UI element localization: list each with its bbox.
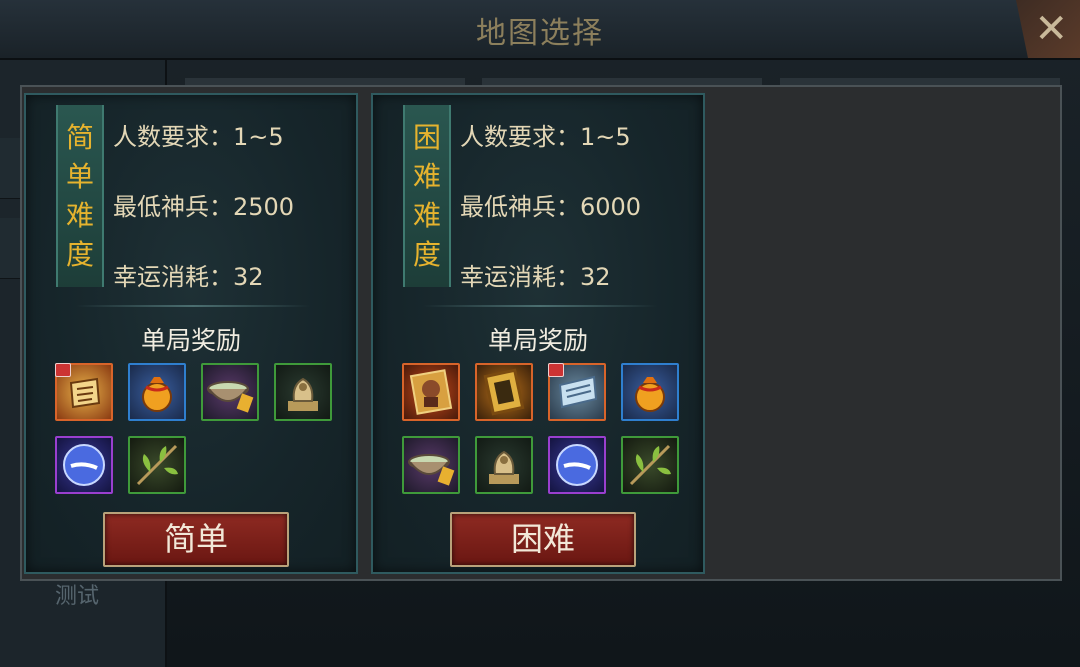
easy-button[interactable]: 简单 <box>103 512 289 567</box>
bronze-beast-icon[interactable] <box>274 363 332 421</box>
difficulty-char: 单 <box>65 160 94 193</box>
title-bar: 地图选择 ✕ <box>0 0 1080 60</box>
lock-icon <box>548 363 564 377</box>
sidebar-item-label[interactable]: 测试 <box>55 578 99 610</box>
hard-button[interactable]: 困难 <box>450 512 636 567</box>
difficulty-card-easy: 简 单 难 度 人数要求：1~5 最低神兵：2500 幸运消耗：32 单局奖励 … <box>24 93 358 574</box>
difficulty-char: 难 <box>412 199 441 232</box>
money-bag-icon[interactable] <box>128 363 186 421</box>
difficulty-card-hard: 困 难 难 度 人数要求：1~5 最低神兵：6000 幸运消耗：32 单局奖励 … <box>371 93 705 574</box>
close-icon: ✕ <box>1034 6 1068 52</box>
difficulty-char: 简 <box>65 121 94 154</box>
players-requirement: 人数要求：1~5 <box>113 123 284 151</box>
difficulty-char: 度 <box>412 238 441 271</box>
silver-scroll-icon[interactable] <box>548 363 606 421</box>
reward-title: 单局奖励 <box>140 326 241 355</box>
min-power-requirement: 最低神兵：6000 <box>460 193 642 221</box>
blue-orb-icon[interactable] <box>548 436 606 494</box>
difficulty-char: 难 <box>412 160 441 193</box>
difficulty-char: 度 <box>65 238 94 271</box>
difficulty-tag: 困 难 难 度 <box>403 105 451 287</box>
bowl-icon[interactable] <box>402 436 460 494</box>
divider <box>423 305 657 307</box>
difficulty-char: 困 <box>412 121 441 154</box>
players-requirement: 人数要求：1~5 <box>460 123 631 151</box>
warrior-card-icon[interactable] <box>402 363 460 421</box>
blue-orb-icon[interactable] <box>55 436 113 494</box>
window-title: 地图选择 <box>476 16 604 51</box>
difficulty-char: 难 <box>65 199 94 232</box>
herb-leaf-icon[interactable] <box>128 436 186 494</box>
golden-frame-icon[interactable] <box>475 363 533 421</box>
lock-icon <box>55 363 71 377</box>
luck-cost: 幸运消耗：32 <box>460 263 611 291</box>
herb-leaf-icon[interactable] <box>621 436 679 494</box>
bowl-icon[interactable] <box>201 363 259 421</box>
bronze-beast-icon[interactable] <box>475 436 533 494</box>
min-power-requirement: 最低神兵：2500 <box>113 193 295 221</box>
divider <box>76 305 310 307</box>
reward-title: 单局奖励 <box>487 326 588 355</box>
luck-cost: 幸运消耗：32 <box>113 263 264 291</box>
scroll-icon[interactable] <box>55 363 113 421</box>
difficulty-tag: 简 单 难 度 <box>56 105 104 287</box>
money-bag-icon[interactable] <box>621 363 679 421</box>
